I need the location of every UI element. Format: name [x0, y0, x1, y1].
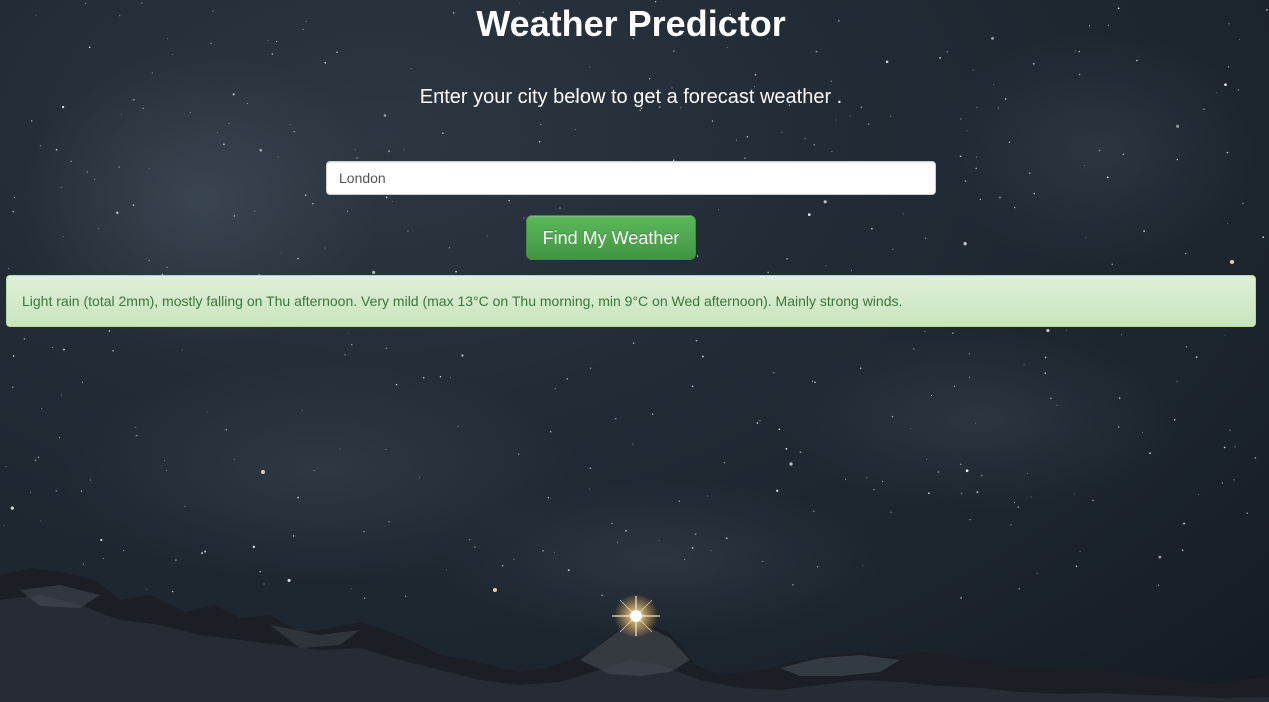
forecast-result-alert: Light rain (total 2mm), mostly falling o… — [6, 275, 1256, 327]
page-subtitle: Enter your city below to get a forecast … — [419, 86, 843, 108]
page-title: Weather Predictor — [476, 3, 786, 44]
city-input[interactable] — [326, 161, 936, 195]
find-weather-button[interactable]: Find My Weather — [526, 215, 696, 260]
main-container: Weather Predictor Enter your city below … — [0, 0, 1269, 702]
